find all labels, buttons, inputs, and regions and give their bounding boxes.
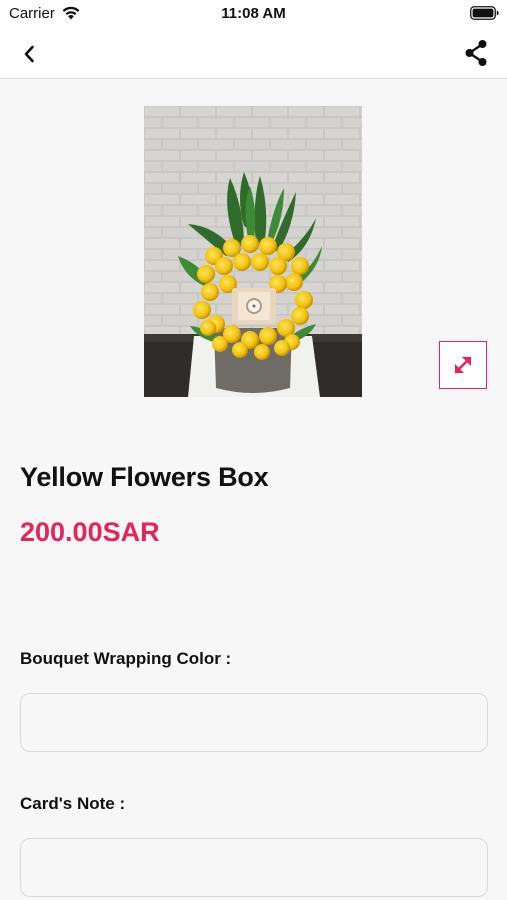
status-bar: Carrier 11:08 AM xyxy=(0,0,507,28)
product-name: Yellow Flowers Box xyxy=(20,462,269,492)
expand-icon xyxy=(454,356,472,374)
card-note-input[interactable] xyxy=(20,838,488,897)
navigation-bar xyxy=(0,28,507,79)
share-button[interactable] xyxy=(461,38,491,68)
status-time: 11:08 AM xyxy=(221,5,286,22)
battery-icon xyxy=(470,6,499,20)
product-detail-screen: Carrier 11:08 AM Yellow Flowers Box 200.… xyxy=(0,0,507,900)
back-button[interactable] xyxy=(14,40,44,68)
card-note-label: Card's Note : xyxy=(20,794,126,813)
wrapping-color-input[interactable] xyxy=(20,693,488,752)
share-icon xyxy=(465,40,487,66)
expand-image-button[interactable] xyxy=(439,341,487,389)
chevron-left-icon xyxy=(24,45,34,63)
product-price: 200.00SAR xyxy=(20,517,160,547)
bouquet-photo xyxy=(144,106,362,397)
product-image[interactable] xyxy=(144,106,362,397)
wrapping-color-label: Bouquet Wrapping Color : xyxy=(20,649,232,668)
